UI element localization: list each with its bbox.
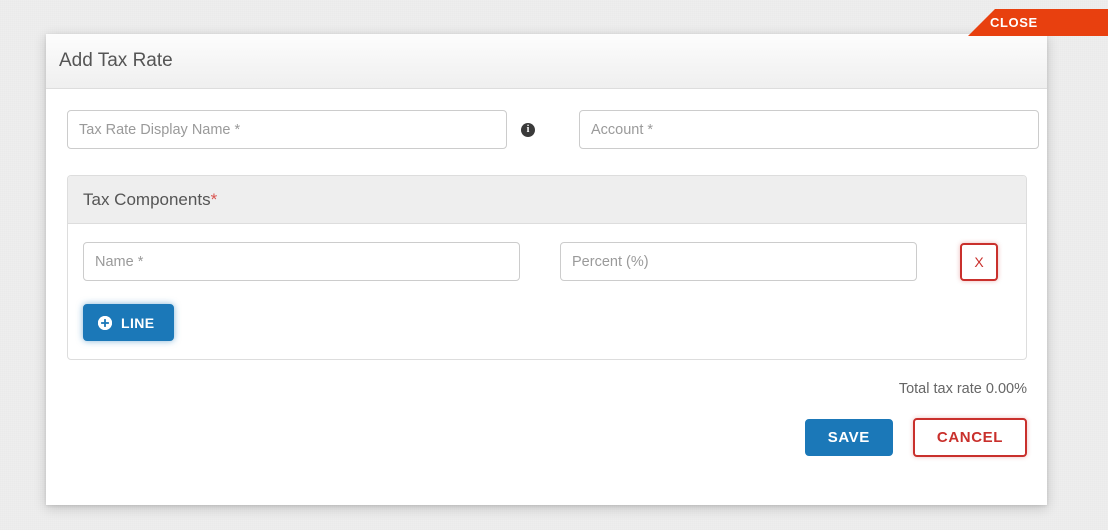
total-tax-rate: Total tax rate 0.00% [898, 381, 1027, 397]
save-button[interactable]: SAVE [804, 419, 893, 456]
tax-rate-display-name-input[interactable] [67, 110, 507, 149]
add-line-button[interactable]: LINE [83, 304, 174, 341]
tax-components-panel: Tax Components* X LINE [67, 175, 1027, 360]
dialog-header: Add Tax Rate [46, 34, 1047, 89]
tax-components-header: Tax Components * [68, 176, 1026, 224]
dialog-body: i Tax Components* X [46, 89, 1047, 457]
dialog-footer: SAVE CANCEL [67, 418, 1027, 457]
tax-rate-name-field-group: i [67, 110, 535, 149]
tax-components-body: X LINE [68, 224, 1026, 359]
page-title: Add Tax Rate [59, 50, 173, 71]
component-name-input[interactable] [83, 242, 520, 281]
top-fields-row: i [67, 110, 1039, 149]
cancel-button[interactable]: CANCEL [912, 418, 1027, 457]
account-field-group [579, 110, 1039, 149]
required-asterisk: * [210, 189, 218, 209]
delete-row-button[interactable]: X [960, 242, 998, 281]
component-percent-input[interactable] [560, 242, 917, 281]
account-input[interactable] [579, 110, 1039, 149]
add-tax-rate-dialog: Add Tax Rate i Tax Components* X [46, 34, 1047, 505]
table-row: X [83, 242, 1011, 281]
plus-circle-icon [98, 315, 112, 330]
info-icon[interactable]: i [521, 122, 535, 137]
tax-components-title: Tax Components [83, 189, 211, 209]
close-button-label: CLOSE [990, 15, 1038, 30]
add-line-button-label: LINE [121, 314, 155, 331]
